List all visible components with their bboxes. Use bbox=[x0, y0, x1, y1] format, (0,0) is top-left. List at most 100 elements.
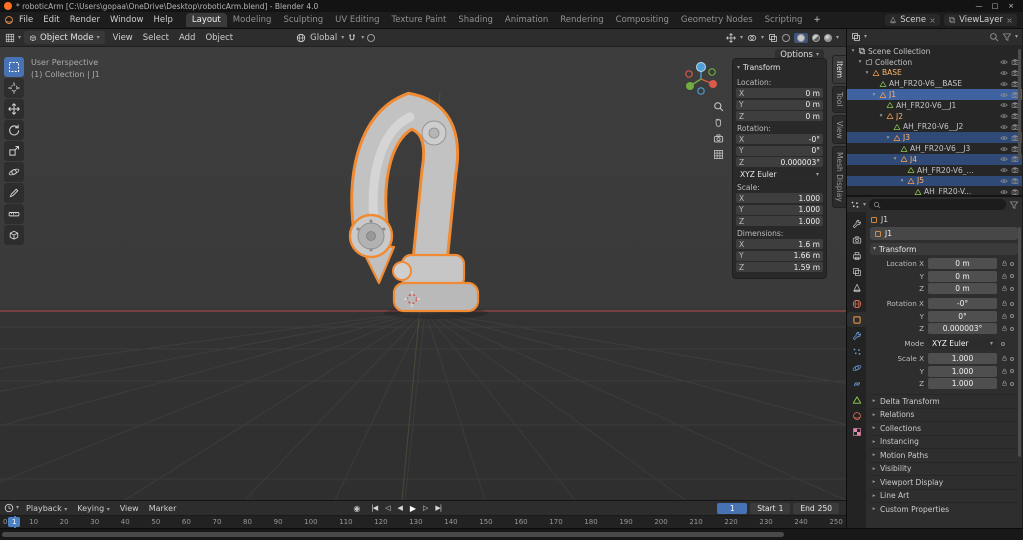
workspace-tab-scripting[interactable]: Scripting bbox=[759, 13, 809, 27]
workspace-tab-texture-paint[interactable]: Texture Paint bbox=[386, 13, 453, 27]
shading-solid-button[interactable] bbox=[793, 32, 808, 43]
outliner-editor-icon[interactable] bbox=[851, 32, 861, 42]
eye-icon[interactable] bbox=[1000, 188, 1008, 195]
section-relations[interactable]: ▸ Relations bbox=[870, 407, 1018, 422]
workspace-tab-layout[interactable]: Layout bbox=[185, 13, 227, 27]
lock-icon[interactable] bbox=[1001, 273, 1008, 280]
eye-icon[interactable] bbox=[1000, 112, 1008, 120]
animate-dot[interactable] bbox=[1010, 301, 1014, 306]
camera-icon[interactable] bbox=[1011, 166, 1019, 174]
frame-start-field[interactable]: Start 1 bbox=[750, 502, 791, 514]
timeline-menu-view[interactable]: View bbox=[115, 503, 144, 514]
prop-location-x-field[interactable]: 0 m bbox=[928, 258, 997, 269]
lock-icon[interactable] bbox=[1001, 300, 1008, 307]
section-instancing[interactable]: ▸ Instancing bbox=[870, 434, 1018, 449]
expand-arrow-icon[interactable]: ▾ bbox=[857, 59, 863, 65]
eye-icon[interactable] bbox=[1000, 69, 1008, 77]
properties-tab-modifiers[interactable] bbox=[847, 328, 866, 343]
expand-arrow-icon[interactable]: ▾ bbox=[864, 70, 870, 76]
prop-z-field[interactable]: 0.000003° bbox=[928, 323, 997, 334]
eye-icon[interactable] bbox=[1000, 155, 1008, 163]
eye-icon[interactable] bbox=[1000, 166, 1008, 174]
outliner-row-collection[interactable]: ▾ Collection bbox=[847, 57, 1022, 68]
camera-icon[interactable] bbox=[1011, 188, 1019, 195]
toggle-perspective-icon[interactable] bbox=[713, 149, 724, 160]
npanel-rotationx-field[interactable]: X -0° bbox=[736, 134, 823, 144]
outliner-row-j3[interactable]: ▾ J3 bbox=[847, 132, 1022, 144]
menu-window[interactable]: Window bbox=[105, 14, 149, 26]
workspace-tab-uv-editing[interactable]: UV Editing bbox=[329, 13, 385, 27]
tool-scale[interactable] bbox=[4, 141, 24, 161]
toggle-xray-icon[interactable] bbox=[768, 33, 778, 43]
expand-arrow-icon[interactable]: ▾ bbox=[878, 113, 884, 119]
prop-y-field[interactable]: 0° bbox=[928, 310, 997, 322]
maximize-button[interactable]: □ bbox=[987, 2, 1003, 10]
properties-tab-texture[interactable] bbox=[847, 424, 866, 439]
properties-tab-constraints[interactable] bbox=[847, 376, 866, 391]
properties-tab-render[interactable] bbox=[847, 232, 866, 247]
menu-render[interactable]: Render bbox=[65, 14, 105, 26]
outliner-filter-icon[interactable] bbox=[1002, 32, 1012, 42]
jump-to-end-button[interactable]: ▶| bbox=[433, 504, 443, 513]
outliner-row-ah-fr20-v6[interactable]: AH_FR20-V6_... bbox=[847, 165, 1022, 176]
eye-icon[interactable] bbox=[1000, 58, 1008, 66]
outliner-row-ah-fr20-v[interactable]: AH_FR20-V... bbox=[847, 186, 1022, 195]
outliner-search-icon[interactable] bbox=[989, 32, 999, 42]
prop-z-field[interactable]: 0 m bbox=[928, 283, 997, 294]
npanel-dimensionsy-field[interactable]: Y 1.66 m bbox=[736, 250, 823, 261]
properties-search-input[interactable] bbox=[869, 199, 1006, 210]
viewport-menu-view[interactable]: View bbox=[108, 32, 138, 44]
timeline-horizontal-scrollbar[interactable] bbox=[2, 532, 784, 537]
shading-dropdown-caret-icon[interactable]: ▾ bbox=[836, 34, 839, 41]
mode-dropdown[interactable]: Object Mode ▾ bbox=[24, 31, 105, 44]
jump-to-start-button[interactable]: |◀ bbox=[369, 504, 379, 513]
gizmo-neg-z-axis[interactable] bbox=[697, 87, 705, 95]
eye-icon[interactable] bbox=[1000, 134, 1008, 142]
section-motion-paths[interactable]: ▸ Motion Paths bbox=[870, 448, 1018, 462]
outliner-row-ah-fr20-v6-j3[interactable]: AH_FR20-V6__J3 bbox=[847, 143, 1022, 154]
outliner-filter-caret-icon[interactable]: ▾ bbox=[1015, 34, 1018, 40]
transform-panel-header[interactable]: ▾ Transform bbox=[736, 61, 823, 75]
tool-transform[interactable] bbox=[4, 162, 24, 182]
properties-editor-icon[interactable] bbox=[850, 200, 860, 210]
prop-mode-dropdown[interactable]: XYZ Euler ▾ bbox=[928, 338, 997, 349]
robot-arm-model[interactable] bbox=[348, 91, 488, 319]
properties-scrollbar[interactable] bbox=[1018, 227, 1021, 457]
eye-icon[interactable] bbox=[1000, 177, 1008, 185]
3d-viewport[interactable]: User Perspective (1) Collection | J1 Opt… bbox=[0, 47, 846, 500]
camera-icon[interactable] bbox=[1011, 177, 1019, 185]
proportional-editing-toggle[interactable] bbox=[367, 33, 376, 42]
workspace-tab-geometry-nodes[interactable]: Geometry Nodes bbox=[675, 13, 759, 27]
npanel-locationx-field[interactable]: X0 m bbox=[736, 88, 823, 98]
menu-edit[interactable]: Edit bbox=[38, 14, 64, 26]
playhead-frame-chip[interactable]: 1 bbox=[8, 517, 21, 528]
animate-dot[interactable] bbox=[1010, 326, 1014, 331]
navigation-gizmo[interactable] bbox=[681, 59, 721, 99]
npanel-rotation-mode-dropdown[interactable]: XYZ Euler ▾ bbox=[736, 169, 823, 180]
section-custom-properties[interactable]: ▸ Custom Properties bbox=[870, 502, 1018, 516]
gizmo-x-axis[interactable] bbox=[709, 80, 717, 88]
minimize-button[interactable]: — bbox=[971, 2, 987, 10]
camera-view-icon[interactable] bbox=[713, 133, 724, 144]
outliner-row-j4[interactable]: ▾ J4 bbox=[847, 153, 1022, 165]
properties-tab-tool[interactable] bbox=[847, 216, 866, 231]
workspace-tab-modeling[interactable]: Modeling bbox=[227, 13, 278, 27]
lock-icon[interactable] bbox=[1001, 285, 1008, 292]
unlink-view-layer-icon[interactable] bbox=[1006, 17, 1013, 24]
npanel-locationz-field[interactable]: Z0 m bbox=[736, 111, 823, 121]
npanel-scalez-field[interactable]: Z 1.000 bbox=[736, 216, 823, 226]
outliner-row-j5[interactable]: ▾ J5 bbox=[847, 175, 1022, 187]
properties-tab-object-data[interactable] bbox=[847, 392, 866, 407]
auto-keying-button[interactable]: ◉ bbox=[353, 504, 360, 513]
lock-icon[interactable] bbox=[1001, 325, 1008, 332]
outliner-row-scene-collection[interactable]: ▾ Scene Collection bbox=[847, 46, 1022, 57]
tool-move[interactable] bbox=[4, 99, 24, 119]
gizmo-neg-y-axis[interactable] bbox=[708, 68, 716, 76]
properties-tab-particles[interactable] bbox=[847, 344, 866, 359]
expand-arrow-icon[interactable]: ▾ bbox=[885, 135, 891, 141]
outliner-row-j1[interactable]: ▾ J1 bbox=[847, 89, 1022, 100]
npanel-scaley-field[interactable]: Y 1.000 bbox=[736, 204, 823, 215]
properties-tab-world[interactable] bbox=[847, 296, 866, 311]
eye-icon[interactable] bbox=[1000, 123, 1008, 131]
eye-icon[interactable] bbox=[1000, 145, 1008, 153]
